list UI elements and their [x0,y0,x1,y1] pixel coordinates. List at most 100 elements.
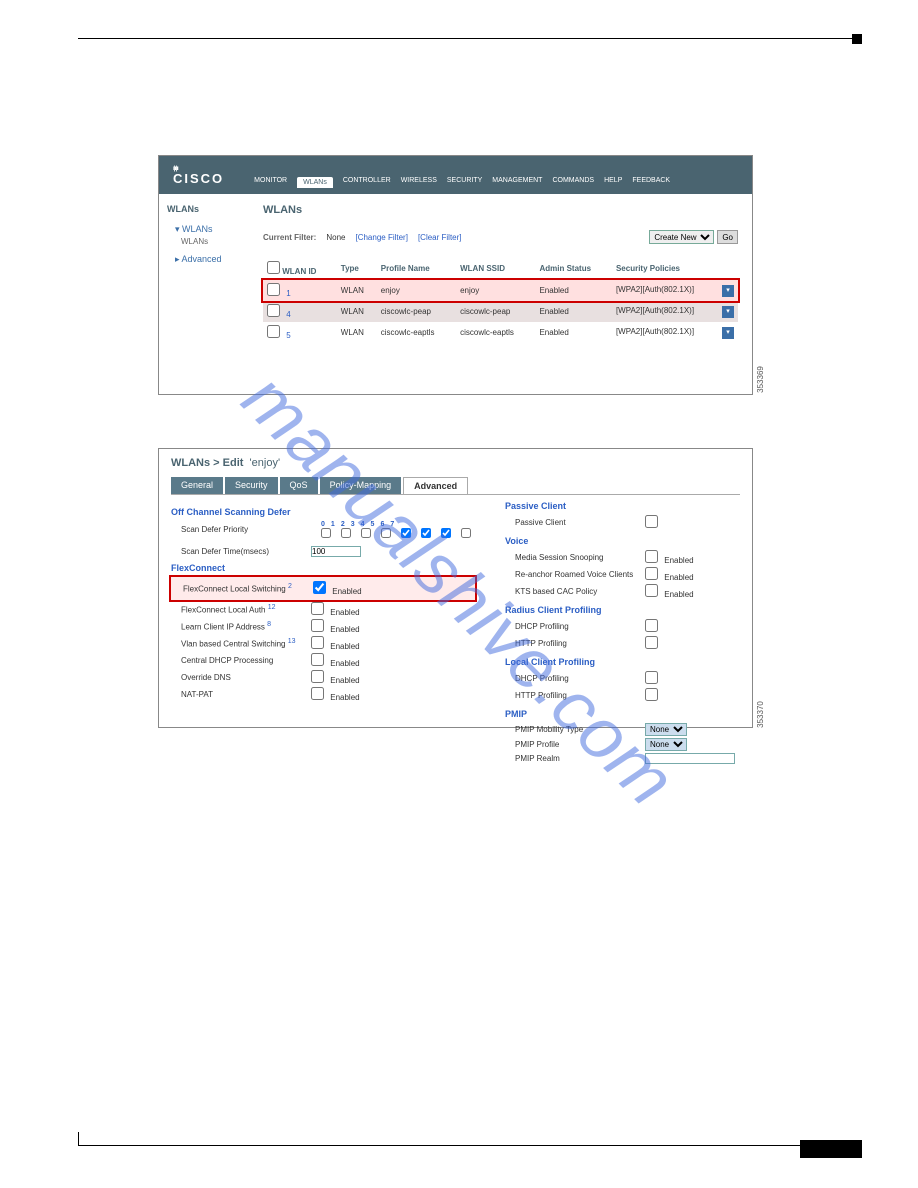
filter-value: None [326,233,345,242]
prio-2-checkbox[interactable] [361,528,371,538]
media-snooping-label: Media Session Snooping [505,553,645,562]
select-all-checkbox[interactable] [267,261,280,274]
prio-1-checkbox[interactable] [341,528,351,538]
screenshot-wlans-list: ı|ıı|ıı CISCO MONITOR WLANs CONTROLLER W… [158,155,753,395]
learn-client-ip-label: Learn Client IP Address 8 [171,621,311,632]
radius-dhcp-checkbox[interactable] [645,619,658,632]
central-dhcp-label: Central DHCP Processing [171,656,311,665]
scan-defer-priority-label: Scan Defer Priority [171,525,311,534]
reanchor-checkbox[interactable] [645,567,658,580]
tab-policy-mapping[interactable]: Policy-Mapping [320,477,402,494]
cisco-header: ı|ıı|ıı CISCO MONITOR WLANs CONTROLLER W… [159,156,752,194]
learn-client-ip-checkbox[interactable] [311,619,324,632]
radius-http-label: HTTP Profiling [505,639,645,648]
tab-qos[interactable]: QoS [280,477,318,494]
go-button[interactable]: Go [717,230,738,244]
kts-checkbox[interactable] [645,584,658,597]
kts-label: KTS based CAC Policy [505,587,645,596]
section-passive-client: Passive Client [505,501,740,511]
tab-advanced[interactable]: Advanced [403,477,468,494]
page-title: WLANs [263,204,738,216]
section-radius-profiling: Radius Client Profiling [505,605,740,615]
row-menu-icon[interactable]: ▾ [722,306,734,318]
scan-defer-time-input[interactable] [311,546,361,557]
sidebar: WLANs ▾ WLANs WLANs ▸ Advanced [159,194,249,353]
passive-client-checkbox[interactable] [645,515,658,528]
menu-monitor[interactable]: MONITOR [254,177,287,188]
media-snooping-checkbox[interactable] [645,550,658,563]
menu-help[interactable]: HELP [604,177,622,188]
prio-6-checkbox[interactable] [441,528,451,538]
local-http-label: HTTP Profiling [505,691,645,700]
cisco-logo: ı|ıı|ıı CISCO [173,167,224,194]
table-row[interactable]: 5 WLAN ciscowlc-eaptls ciscowlc-eaptls E… [263,322,738,343]
menu-wlans[interactable]: WLANs [297,177,333,188]
local-http-checkbox[interactable] [645,688,658,701]
pmip-mobility-select[interactable]: None [645,723,687,736]
table-row[interactable]: 1 WLAN enjoy enjoy Enabled [WPA2][Auth(8… [263,280,738,302]
prio-5-checkbox[interactable] [421,528,431,538]
menu-commands[interactable]: COMMANDS [552,177,594,188]
create-new-select[interactable]: Create New [649,230,714,244]
prio-3-checkbox[interactable] [381,528,391,538]
menu-wireless[interactable]: WIRELESS [401,177,437,188]
override-dns-label: Override DNS [171,673,311,682]
menu-security[interactable]: SECURITY [447,177,482,188]
row-menu-icon[interactable]: ▾ [722,285,734,297]
sidebar-item-wlans[interactable]: ▾ WLANs [167,222,241,237]
radius-http-checkbox[interactable] [645,636,658,649]
section-voice: Voice [505,536,740,546]
sidebar-head: WLANs [167,204,241,214]
section-flexconnect: FlexConnect [171,563,475,573]
screenshot-wlan-edit: WLANs > Edit 'enjoy' General Security Qo… [158,448,753,728]
prio-4-checkbox[interactable] [401,528,411,538]
figure-id: 353370 [756,701,765,728]
menu-management[interactable]: MANAGEMENT [492,177,542,188]
flex-local-auth-checkbox[interactable] [311,602,324,615]
scan-defer-time-label: Scan Defer Time(msecs) [171,547,311,556]
pmip-realm-input[interactable] [645,753,735,764]
pmip-profile-select[interactable]: None [645,738,687,751]
section-local-profiling: Local Client Profiling [505,657,740,667]
pmip-mobility-label: PMIP Mobility Type [505,725,645,734]
local-dhcp-label: DHCP Profiling [505,674,645,683]
flex-local-switching-checkbox[interactable] [313,581,326,594]
row-menu-icon[interactable]: ▾ [722,327,734,339]
nat-pat-label: NAT-PAT [171,690,311,699]
section-off-channel: Off Channel Scanning Defer [171,507,475,517]
tab-general[interactable]: General [171,477,223,494]
override-dns-checkbox[interactable] [311,670,324,683]
section-pmip: PMIP [505,709,740,719]
prio-0-checkbox[interactable] [321,528,331,538]
change-filter-link[interactable]: [Change Filter] [355,233,407,242]
central-dhcp-checkbox[interactable] [311,653,324,666]
row-checkbox[interactable] [267,283,280,296]
clear-filter-link[interactable]: [Clear Filter] [418,233,462,242]
wlans-table: WLAN ID Type Profile Name WLAN SSID Admi… [263,258,738,343]
breadcrumb: WLANs > Edit 'enjoy' [171,457,740,469]
pmip-profile-label: PMIP Profile [505,740,645,749]
sidebar-item-advanced[interactable]: ▸ Advanced [167,252,241,267]
vlan-central-label: Vlan based Central Switching 13 [171,638,311,649]
menu-feedback[interactable]: FEEDBACK [632,177,670,188]
figure-id: 353369 [756,366,765,393]
filter-label: Current Filter: [263,233,316,242]
table-row[interactable]: 4 WLAN ciscowlc-peap ciscowlc-peap Enabl… [263,301,738,322]
pmip-realm-label: PMIP Realm [505,754,645,763]
row-checkbox[interactable] [267,304,280,317]
menu-controller[interactable]: CONTROLLER [343,177,391,188]
tab-security[interactable]: Security [225,477,278,494]
passive-client-label: Passive Client [505,518,645,527]
flex-local-auth-label: FlexConnect Local Auth 12 [171,604,311,615]
local-dhcp-checkbox[interactable] [645,671,658,684]
tab-bar: General Security QoS Policy-Mapping Adva… [171,477,740,495]
flex-local-switching-label: FlexConnect Local Switching 2 [173,583,313,594]
main-menu: MONITOR WLANs CONTROLLER WIRELESS SECURI… [254,177,670,194]
sidebar-sub-wlans[interactable]: WLANs [167,237,241,246]
row-checkbox[interactable] [267,325,280,338]
vlan-central-checkbox[interactable] [311,636,324,649]
prio-7-checkbox[interactable] [461,528,471,538]
reanchor-label: Re-anchor Roamed Voice Clients [505,570,645,579]
radius-dhcp-label: DHCP Profiling [505,622,645,631]
nat-pat-checkbox[interactable] [311,687,324,700]
